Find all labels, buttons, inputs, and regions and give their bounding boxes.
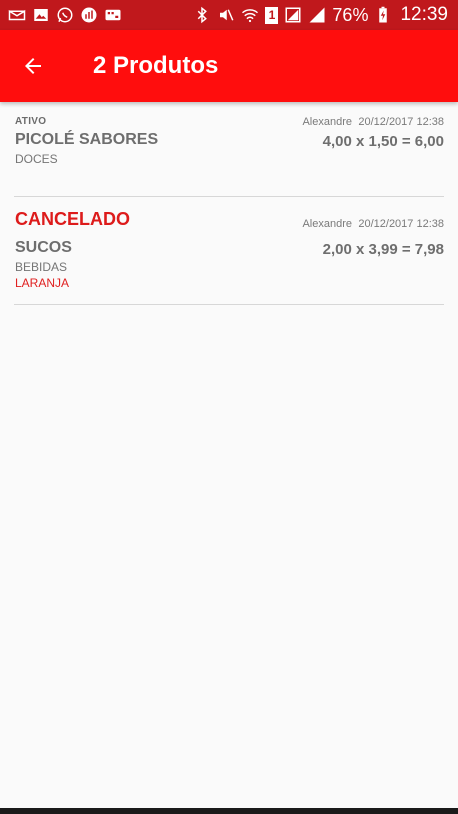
- signal-icon: [284, 6, 302, 24]
- arrow-back-icon: [25, 58, 41, 74]
- mute-icon: [217, 6, 235, 24]
- mail-icon: [8, 6, 26, 24]
- sim-icon: 1: [265, 6, 279, 24]
- product-list: ATIVO Alexandre 20/12/2017 12:38 PICOLÉ …: [0, 102, 458, 305]
- status-label: ATIVO: [15, 116, 47, 127]
- signal-strength-icon: [308, 6, 326, 24]
- price-calculation: 4,00 x 1,50 = 6,00: [322, 133, 444, 150]
- item-date: 20/12/2017 12:38: [358, 218, 444, 230]
- bluetooth-icon: [193, 6, 211, 24]
- clock: 12:39: [400, 4, 448, 25]
- keyboard-icon: [104, 6, 122, 24]
- app-bar: 2 Produtos: [0, 30, 458, 102]
- price-calculation: 2,00 x 3,99 = 7,98: [322, 241, 444, 258]
- battery-percent: 76%: [332, 4, 369, 25]
- product-name: SUCOS: [15, 239, 72, 256]
- product-category: BEBIDAS: [15, 260, 68, 274]
- bottom-edge: [0, 808, 458, 814]
- user-name: Alexandre: [302, 218, 352, 230]
- product-variant: LARANJA: [15, 276, 70, 290]
- chart-icon: [80, 6, 98, 24]
- status-bar-system: 1 76% 12:39: [193, 4, 448, 26]
- gallery-icon: [32, 6, 50, 24]
- list-item[interactable]: ATIVO Alexandre 20/12/2017 12:38 PICOLÉ …: [14, 102, 444, 197]
- product-name: PICOLÉ SABORES: [15, 131, 159, 148]
- status-bar: 1 76% 12:39: [0, 0, 458, 30]
- wifi-icon: [241, 6, 259, 24]
- battery-icon: [374, 6, 392, 24]
- list-item[interactable]: CANCELADO Alexandre 20/12/2017 12:38 SUC…: [14, 197, 444, 305]
- product-category: DOCES: [15, 152, 58, 166]
- status-bar-notifications: [8, 6, 122, 24]
- page-title: 2 Produtos: [93, 52, 219, 79]
- status-label: CANCELADO: [15, 209, 130, 229]
- sim-label: 1: [268, 8, 276, 22]
- back-button[interactable]: [0, 30, 66, 102]
- whatsapp-icon: [56, 6, 74, 24]
- item-date: 20/12/2017 12:38: [358, 116, 444, 128]
- user-name: Alexandre: [302, 116, 352, 128]
